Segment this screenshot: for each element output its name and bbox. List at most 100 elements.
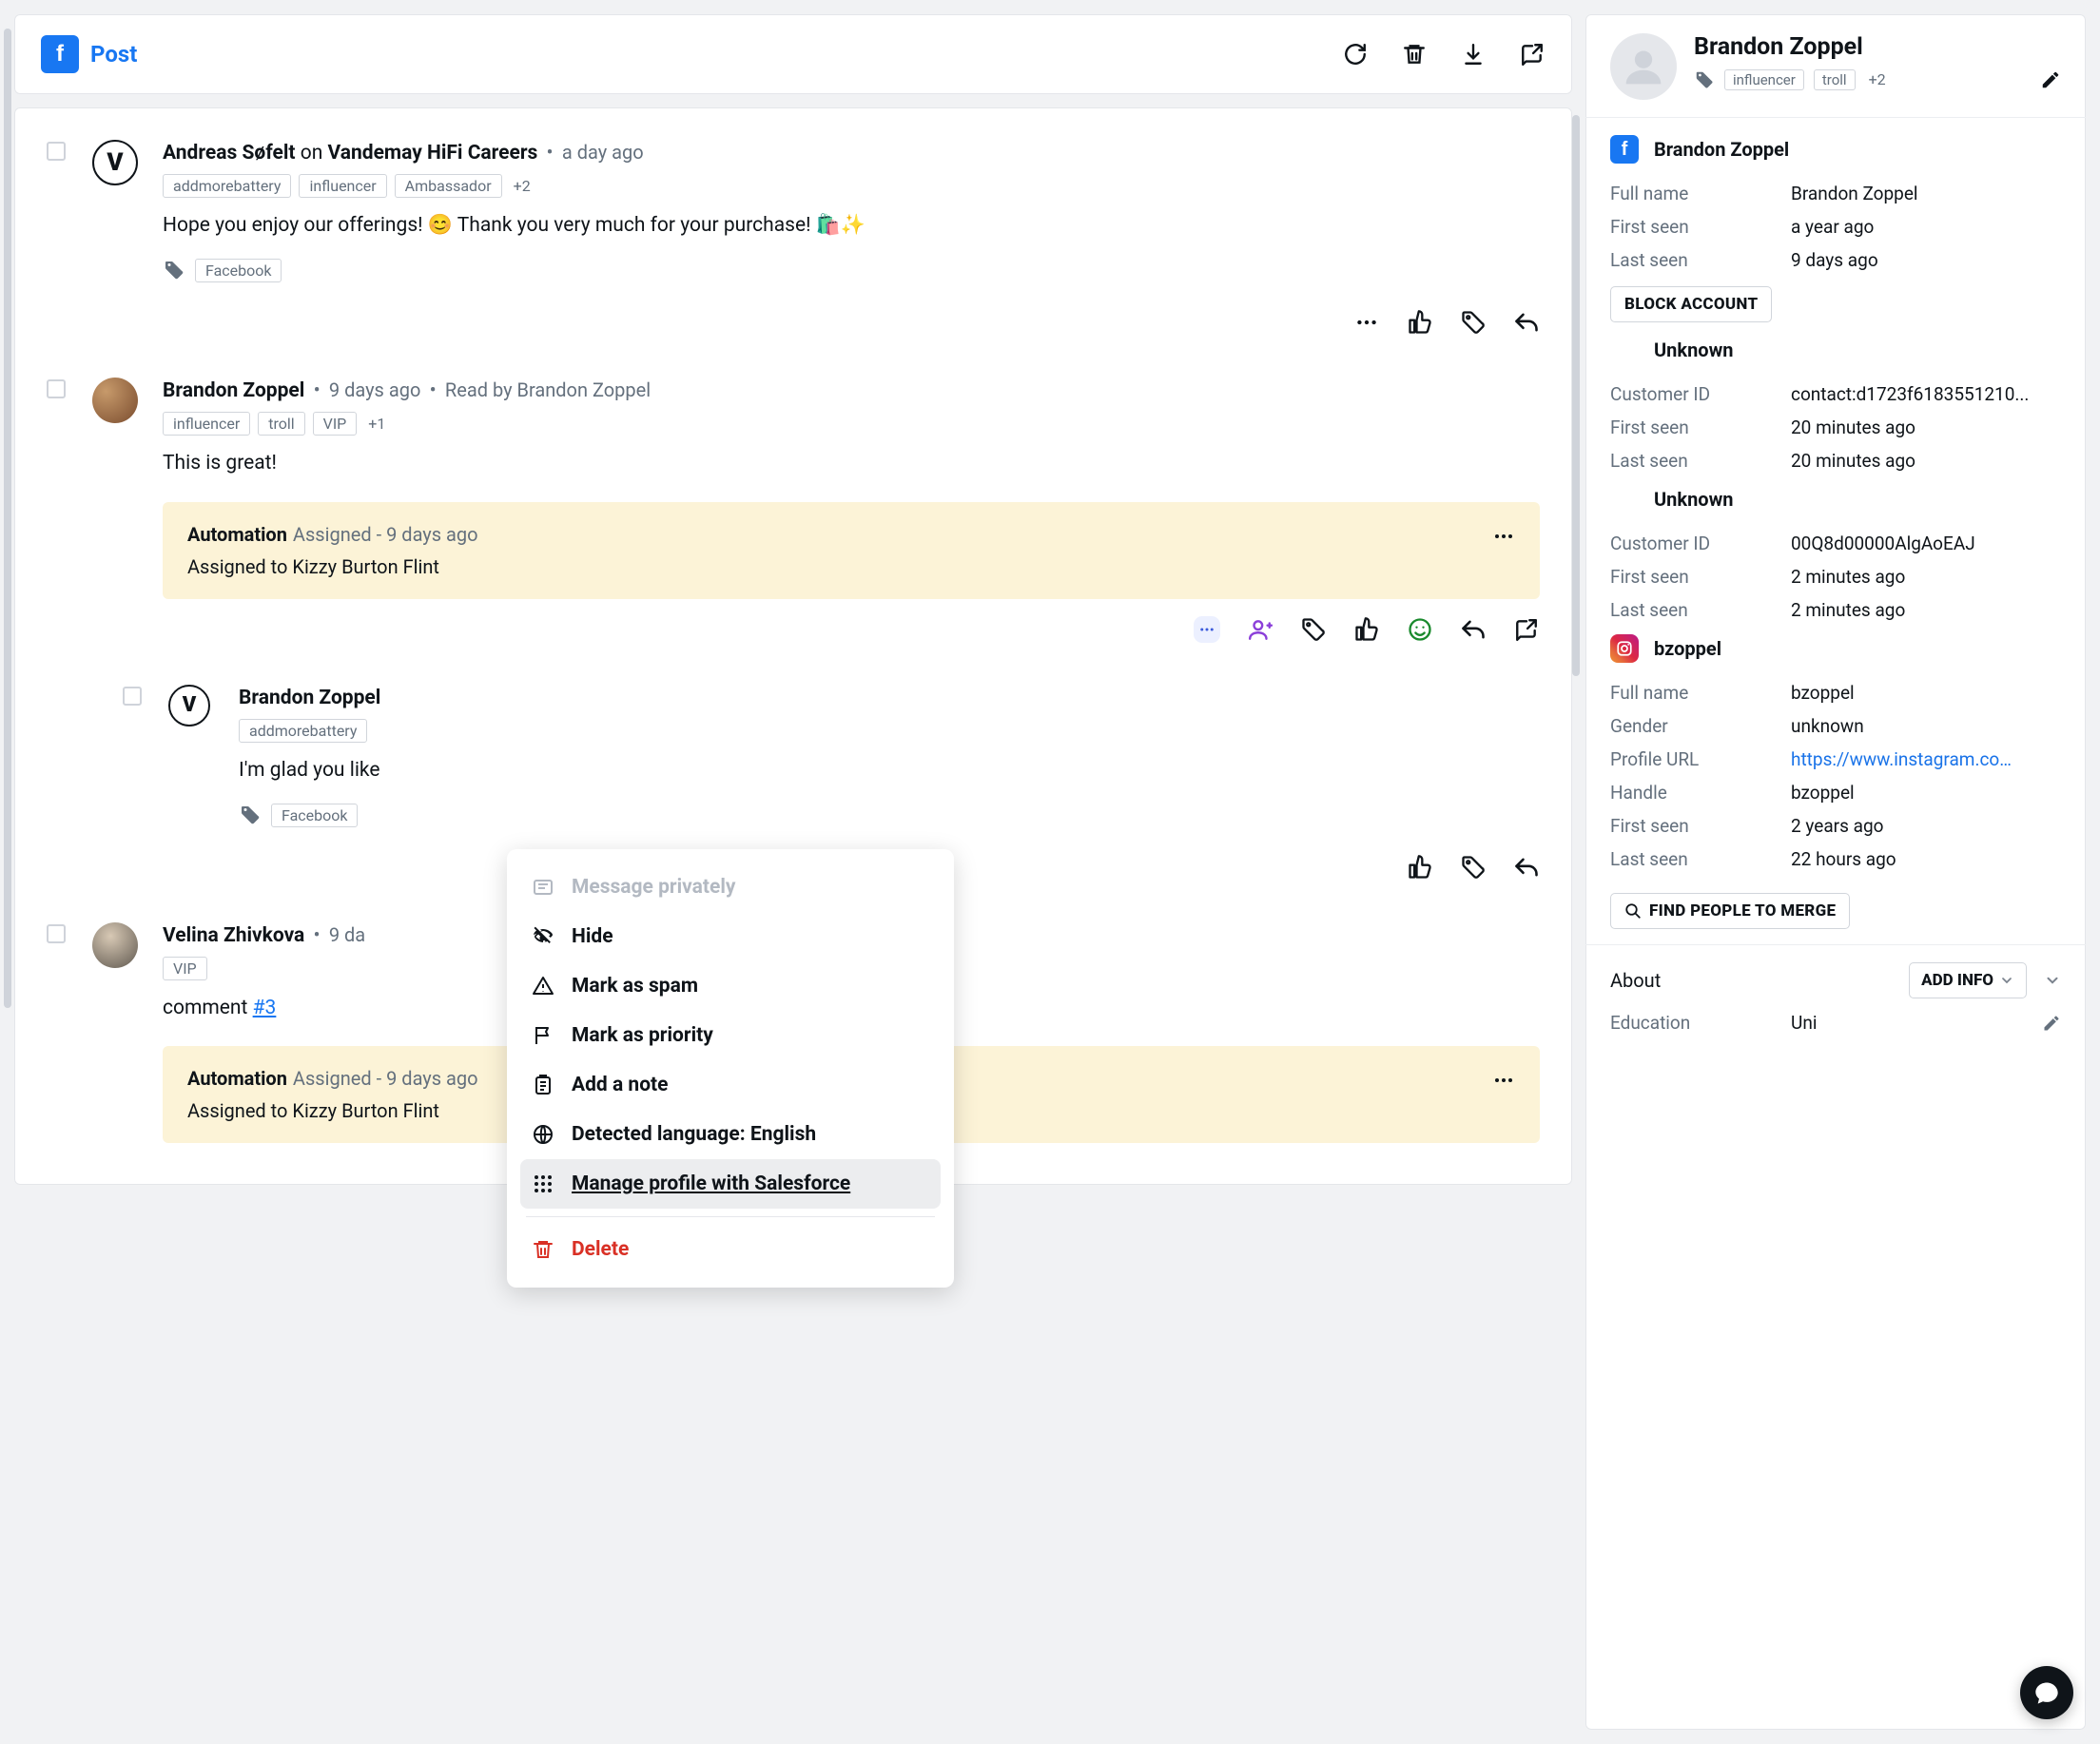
author-tag[interactable]: addmorebattery — [239, 719, 367, 743]
menu-mark-priority[interactable]: Mark as priority — [520, 1011, 941, 1060]
download-icon[interactable] — [1460, 41, 1487, 68]
profile-name: Brandon Zoppel — [1694, 33, 2061, 61]
message-icon — [530, 874, 556, 901]
find-merge-button[interactable]: FIND PEOPLE TO MERGE — [1610, 893, 1850, 929]
automation-card: AutomationAssigned - 9 days ago Assigned… — [163, 502, 1540, 599]
tag-icon — [1694, 69, 1715, 90]
post-time: 9 da — [329, 923, 365, 946]
assign-icon[interactable] — [1247, 616, 1274, 643]
select-checkbox[interactable] — [123, 687, 142, 706]
hide-icon — [530, 923, 556, 950]
tag-action-icon[interactable] — [1300, 616, 1327, 643]
scroll-thumb[interactable] — [1572, 115, 1580, 676]
delete-icon[interactable] — [1401, 41, 1428, 68]
hash-link[interactable]: #3 — [253, 997, 277, 1019]
page-name[interactable]: Vandemay HiFi Careers — [328, 142, 538, 165]
profile-header: Brandon Zoppel influencer troll +2 — [1585, 14, 2086, 118]
globe-icon — [530, 1121, 556, 1148]
identity-label: bzoppel — [1654, 637, 1721, 660]
like-icon[interactable] — [1407, 309, 1433, 336]
author-name[interactable]: Velina Zhivkova — [163, 924, 304, 947]
header-actions — [1342, 41, 1546, 68]
profile-tag-more[interactable]: +2 — [1865, 68, 1890, 90]
profile-url-link[interactable]: https://www.instagram.co… — [1791, 748, 2012, 770]
chevron-down-icon[interactable] — [2044, 972, 2061, 989]
author-name[interactable]: Brandon Zoppel — [163, 379, 304, 402]
block-account-button[interactable]: BLOCK ACCOUNT — [1610, 286, 1772, 322]
menu-mark-spam[interactable]: Mark as spam — [520, 961, 941, 1011]
identities: f Brandon Zoppel Full nameBrandon Zoppel… — [1585, 118, 2086, 944]
post-text: I'm glad you like — [239, 756, 1540, 786]
identity-label: Brandon Zoppel — [1654, 138, 1789, 161]
more-icon[interactable] — [1492, 1069, 1515, 1092]
avatar — [92, 378, 138, 423]
like-icon[interactable] — [1353, 616, 1380, 643]
author-name[interactable]: Brandon Zoppel — [239, 687, 380, 709]
author-tag[interactable]: VIP — [163, 957, 207, 980]
author-name[interactable]: Andreas Søfelt — [163, 142, 296, 165]
instagram-icon — [1610, 634, 1639, 663]
avatar — [92, 922, 138, 968]
tag-action-icon[interactable] — [1460, 854, 1487, 881]
read-by: Read by Brandon Zoppel — [445, 378, 651, 401]
author-tag-more[interactable]: +2 — [510, 175, 535, 197]
emoji-icon[interactable] — [1407, 616, 1433, 643]
author-tag[interactable]: troll — [258, 412, 304, 436]
reply-icon[interactable] — [1460, 616, 1487, 643]
menu-delete[interactable]: Delete — [520, 1225, 941, 1274]
author-tag[interactable]: Ambassador — [395, 174, 502, 198]
automation-meta: Assigned - 9 days ago — [293, 523, 478, 546]
profile-tag[interactable]: troll — [1814, 69, 1856, 90]
page-scroll-thumb[interactable] — [4, 29, 11, 1008]
open-icon[interactable] — [1519, 41, 1546, 68]
author-tags: influencer troll VIP +1 — [163, 412, 1540, 436]
tag-action-icon[interactable] — [1460, 309, 1487, 336]
select-checkbox[interactable] — [47, 924, 66, 943]
apps-icon — [530, 1171, 556, 1197]
edit-icon[interactable] — [2040, 69, 2061, 90]
post-tag[interactable]: Facebook — [195, 259, 282, 282]
more-icon[interactable] — [1492, 525, 1515, 548]
refresh-icon[interactable] — [1342, 41, 1369, 68]
menu-detected-language[interactable]: Detected language: English — [520, 1110, 941, 1159]
author-tag[interactable]: influencer — [163, 412, 250, 436]
automation-title: Automation — [187, 523, 287, 546]
about-section: About ADD INFO Education Uni — [1585, 944, 2086, 1091]
profile-tag[interactable]: influencer — [1724, 69, 1804, 90]
author-tag[interactable]: VIP — [313, 412, 358, 436]
like-icon[interactable] — [1407, 854, 1433, 881]
chat-fab[interactable] — [2020, 1666, 2073, 1719]
identity-label: Unknown — [1654, 488, 1733, 511]
post-text: Hope you enjoy our offerings! 😊 Thank yo… — [163, 211, 1540, 242]
add-info-button[interactable]: ADD INFO — [1909, 962, 2027, 998]
page-scroll-track — [4, 19, 11, 1017]
author-tags: addmorebattery — [239, 719, 1540, 743]
menu-separator — [526, 1216, 935, 1217]
post-text: This is great! — [163, 449, 1540, 479]
author-tag[interactable]: influencer — [299, 174, 386, 198]
facebook-icon: f — [1610, 135, 1639, 164]
more-icon[interactable] — [1353, 309, 1380, 336]
reply-icon[interactable] — [1513, 854, 1540, 881]
menu-add-note[interactable]: Add a note — [520, 1060, 941, 1110]
author-tag[interactable]: addmorebattery — [163, 174, 291, 198]
edit-icon[interactable] — [2042, 1014, 2061, 1033]
scroll-track — [1572, 107, 1580, 849]
post-actions — [163, 309, 1540, 336]
menu-manage-salesforce[interactable]: Manage profile with Salesforce — [520, 1159, 941, 1209]
unknown-icon — [1610, 336, 1639, 364]
post-header: Brandon Zoppel • 9 days ago • Read by Br… — [163, 378, 1540, 404]
post-actions — [163, 616, 1540, 643]
post-tag[interactable]: Facebook — [271, 804, 358, 827]
more-icon[interactable] — [1194, 616, 1220, 643]
open-icon[interactable] — [1513, 616, 1540, 643]
menu-hide[interactable]: Hide — [520, 912, 941, 961]
reply-icon[interactable] — [1513, 309, 1540, 336]
author-tags: addmorebattery influencer Ambassador +2 — [163, 174, 1540, 198]
select-checkbox[interactable] — [47, 142, 66, 161]
chevron-down-icon — [1999, 973, 2014, 988]
profile-panel: Brandon Zoppel influencer troll +2 f Bra… — [1585, 14, 2086, 1730]
author-tag-more[interactable]: +1 — [364, 413, 389, 435]
select-checkbox[interactable] — [47, 379, 66, 398]
warning-icon — [530, 973, 556, 999]
